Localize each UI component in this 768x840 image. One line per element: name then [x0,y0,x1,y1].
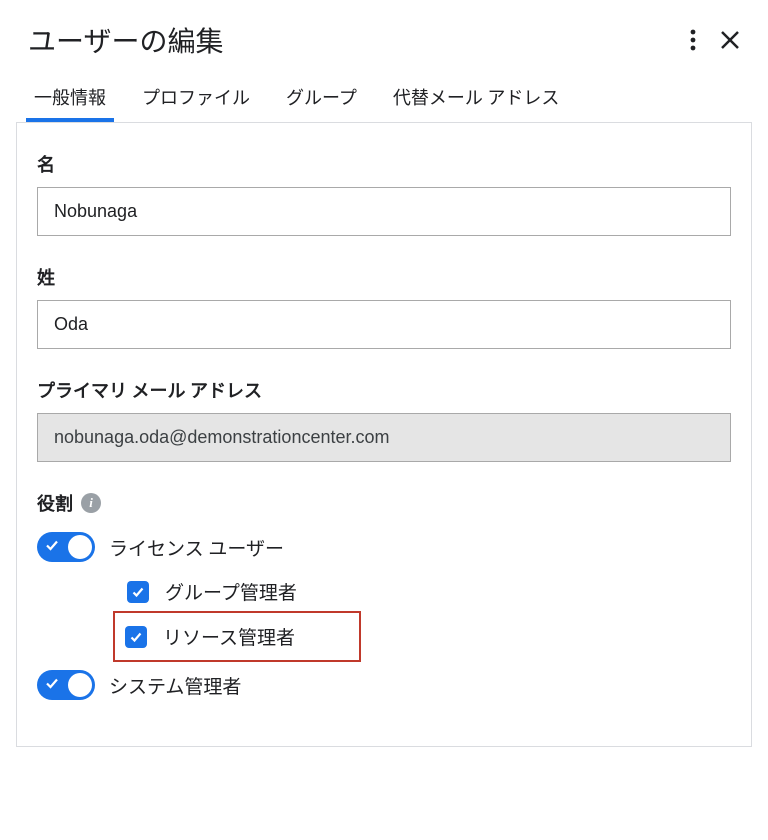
group-admin-checkbox[interactable] [127,581,149,603]
tab-groups[interactable]: グループ [286,84,357,122]
system-admin-label: システム管理者 [109,672,241,699]
last-name-label: 姓 [37,264,731,290]
resource-admin-highlight: リソース管理者 [113,611,361,662]
tab-profile[interactable]: プロファイル [142,84,250,122]
tab-alt-email[interactable]: 代替メール アドレス [393,84,559,122]
last-name-field[interactable] [37,300,731,349]
license-user-toggle[interactable] [37,532,95,562]
system-admin-toggle[interactable] [37,670,95,700]
page-title: ユーザーの編集 [28,20,223,60]
more-icon[interactable] [690,28,696,52]
tab-bar: 一般情報 プロファイル グループ 代替メール アドレス [0,68,768,122]
first-name-field[interactable] [37,187,731,236]
license-user-label: ライセンス ユーザー [109,534,284,561]
check-icon [45,538,59,557]
primary-email-label: プライマリ メール アドレス [37,377,731,403]
primary-email-field [37,413,731,462]
group-admin-label: グループ管理者 [165,578,297,605]
tab-general[interactable]: 一般情報 [34,84,106,122]
roles-section-label: 役割 [37,490,73,516]
check-icon [45,676,59,695]
resource-admin-checkbox[interactable] [125,626,147,648]
close-icon[interactable] [720,30,740,50]
first-name-label: 名 [37,151,731,177]
info-icon[interactable]: i [81,493,101,513]
resource-admin-label: リソース管理者 [163,623,295,650]
general-panel: 名 姓 プライマリ メール アドレス 役割 i ライセンス ユーザー [16,122,752,747]
